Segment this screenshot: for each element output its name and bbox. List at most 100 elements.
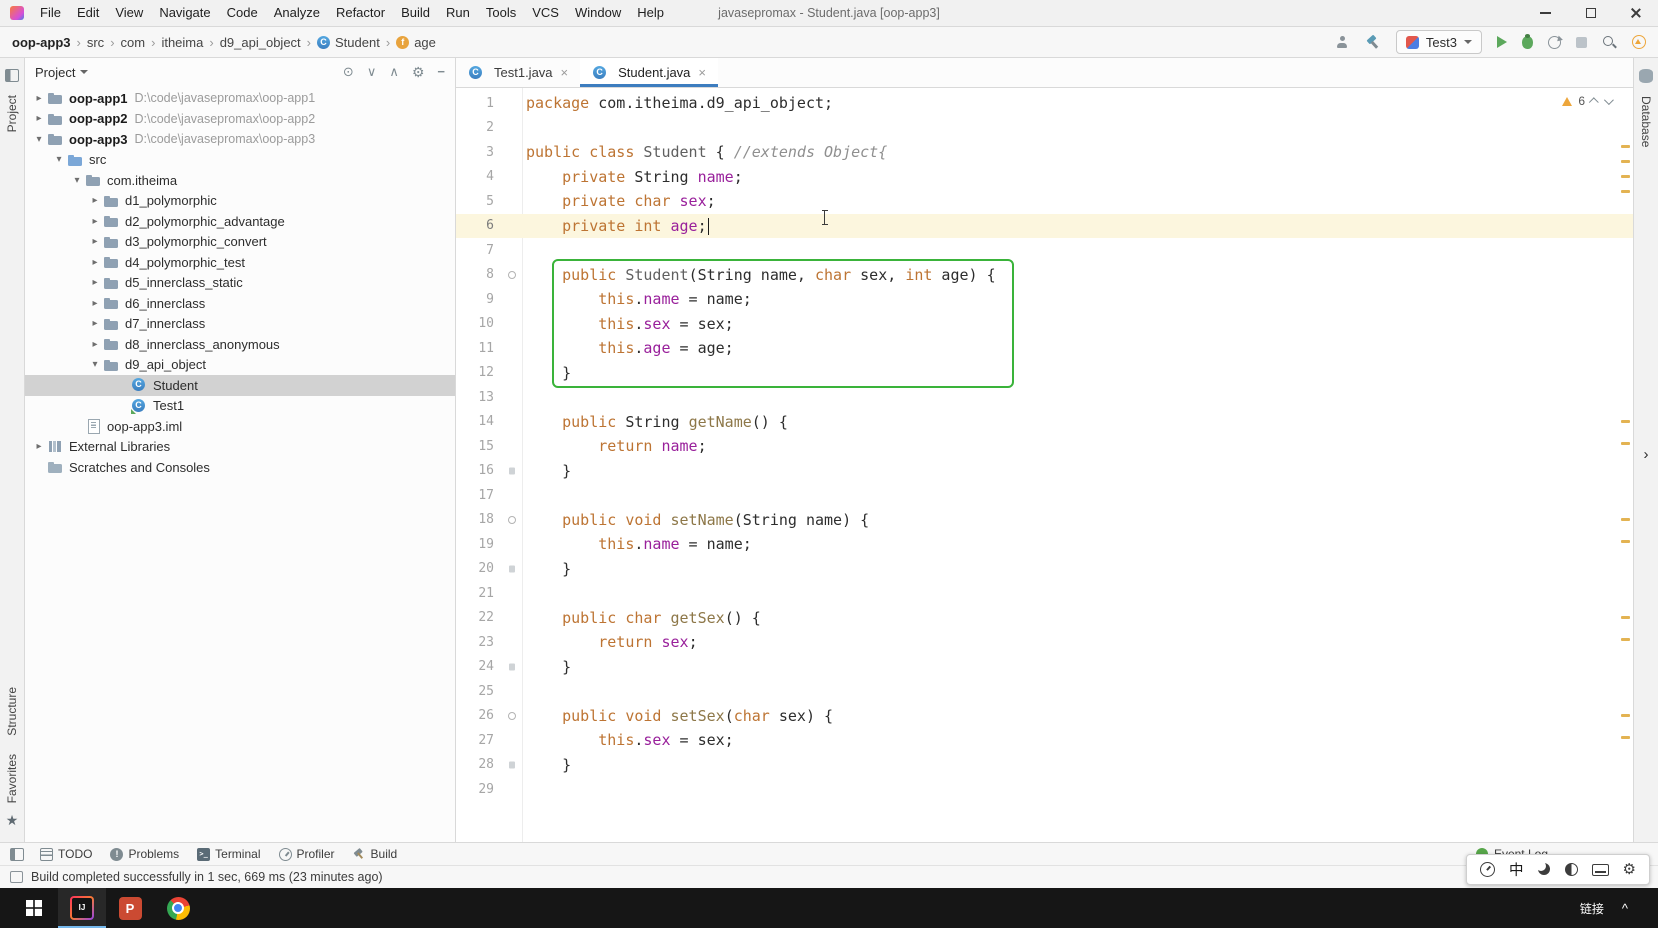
chevron-collapsed-icon[interactable]: ▸ xyxy=(87,216,103,227)
code-line[interactable]: 1 package com.itheima.d9_api_object; xyxy=(456,91,1633,116)
debug-button[interactable] xyxy=(1522,34,1533,49)
tool-window-button-profiler[interactable]: Profiler xyxy=(278,847,335,861)
tree-item-external-libraries[interactable]: ▸ External Libraries xyxy=(25,437,455,458)
breadcrumb-item-src[interactable]: src xyxy=(87,35,104,50)
tree-item-d3-polymorphic-convert[interactable]: ▸ d3_polymorphic_convert xyxy=(25,232,455,253)
settings-gear-icon[interactable] xyxy=(412,65,425,79)
tree-item-oop-app1[interactable]: ▸ oop-app1 D:\code\javasepromax\oop-app1 xyxy=(25,88,455,109)
gutter-icon[interactable] xyxy=(509,663,515,671)
update-icon[interactable] xyxy=(1632,35,1646,49)
gutter-icon[interactable] xyxy=(509,761,515,769)
breadcrumb-item-com[interactable]: com xyxy=(121,35,146,50)
inspections-widget[interactable]: 6 xyxy=(1562,94,1614,108)
tool-tab-favorites[interactable]: Favorites xyxy=(5,754,19,803)
tool-tab-project[interactable]: Project xyxy=(5,95,19,132)
code-line[interactable]: 27 this.sex = sex; xyxy=(456,728,1633,753)
tree-item-d9-api-object[interactable]: ▾ d9_api_object xyxy=(25,355,455,376)
code-line[interactable]: 28 } xyxy=(456,753,1633,778)
tool-windows-icon[interactable] xyxy=(10,847,24,861)
tree-item-d2-polymorphic-advantage[interactable]: ▸ d2_polymorphic_advantage xyxy=(25,211,455,232)
tree-item-com-itheima[interactable]: ▾ com.itheima xyxy=(25,170,455,191)
chevron-expanded-icon[interactable]: ▾ xyxy=(51,154,67,165)
close-button[interactable] xyxy=(1613,0,1658,26)
editor-tab-test1-java[interactable]: Test1.java xyxy=(456,58,580,87)
tree-item-d5-innerclass-static[interactable]: ▸ d5_innerclass_static xyxy=(25,273,455,294)
tree-item-student[interactable]: Student xyxy=(25,375,455,396)
code-line[interactable]: 22 public char getSex() { xyxy=(456,606,1633,631)
chevron-collapsed-icon[interactable]: ▸ xyxy=(87,257,103,268)
tool-window-button-problems[interactable]: Problems xyxy=(110,847,179,861)
chevron-collapsed-icon[interactable]: ▸ xyxy=(87,318,103,329)
hide-panel-icon[interactable] xyxy=(437,65,445,79)
tree-item-oop-app3[interactable]: ▾ oop-app3 D:\code\javasepromax\oop-app3 xyxy=(25,129,455,150)
tree-item-d8-innerclass-anonymous[interactable]: ▸ d8_innerclass_anonymous xyxy=(25,334,455,355)
ime-logo-icon[interactable] xyxy=(1480,862,1496,877)
coverage-button[interactable] xyxy=(1548,35,1561,49)
tree-item-scratches-and-consoles[interactable]: Scratches and Consoles xyxy=(25,457,455,478)
chevron-collapsed-icon[interactable]: ▸ xyxy=(87,236,103,247)
tree-item-test1[interactable]: Test1 xyxy=(25,396,455,417)
gutter-icon[interactable] xyxy=(509,565,515,573)
tree-item-src[interactable]: ▾ src xyxy=(25,150,455,171)
code-line[interactable]: 24 } xyxy=(456,655,1633,680)
taskbar-powerpoint-icon[interactable]: P xyxy=(106,888,154,928)
tree-item-oop-app2[interactable]: ▸ oop-app2 D:\code\javasepromax\oop-app2 xyxy=(25,109,455,130)
keyboard-icon[interactable] xyxy=(1591,863,1609,876)
menu-help[interactable]: Help xyxy=(629,0,672,26)
tray-text[interactable]: 链接 xyxy=(1580,900,1604,917)
code-line[interactable]: 29 xyxy=(456,777,1633,802)
menu-vcs[interactable]: VCS xyxy=(524,0,567,26)
gutter-icon[interactable] xyxy=(508,711,516,720)
code-line[interactable]: 10 this.sex = sex; xyxy=(456,312,1633,337)
stop-button[interactable] xyxy=(1576,36,1587,48)
code-line[interactable]: 23 return sex; xyxy=(456,630,1633,655)
tree-item-d4-polymorphic-test[interactable]: ▸ d4_polymorphic_test xyxy=(25,252,455,273)
menu-navigate[interactable]: Navigate xyxy=(151,0,218,26)
code-line[interactable]: 26 public void setSex(char sex) { xyxy=(456,704,1633,729)
chevron-collapsed-icon[interactable]: ▸ xyxy=(31,113,47,124)
code-line[interactable]: 16 } xyxy=(456,459,1633,484)
menu-refactor[interactable]: Refactor xyxy=(328,0,393,26)
code-line[interactable]: 7 xyxy=(456,238,1633,263)
user-icon[interactable] xyxy=(1335,35,1350,49)
menu-edit[interactable]: Edit xyxy=(69,0,107,26)
chevron-expanded-icon[interactable]: ▾ xyxy=(31,134,47,145)
panel-title[interactable]: Project xyxy=(35,65,75,80)
code-line[interactable]: 8 public Student(String name, char sex, … xyxy=(456,263,1633,288)
gutter-icon[interactable] xyxy=(509,467,515,475)
run-config-select[interactable]: Test3 xyxy=(1395,30,1482,54)
chevron-collapsed-icon[interactable]: ▸ xyxy=(31,441,47,452)
menu-run[interactable]: Run xyxy=(438,0,478,26)
start-button[interactable] xyxy=(10,888,58,928)
taskbar-intellij-icon[interactable]: IJ xyxy=(58,888,106,928)
code-line[interactable]: 20 } xyxy=(456,557,1633,582)
expand-all-icon[interactable] xyxy=(367,65,377,79)
code-line[interactable]: 18 public void setName(String name) { xyxy=(456,508,1633,533)
breadcrumb-item-itheima[interactable]: itheima xyxy=(161,35,203,50)
database-tool-icon[interactable] xyxy=(1639,69,1653,83)
code-line[interactable]: 15 return name; xyxy=(456,434,1633,459)
menu-analyze[interactable]: Analyze xyxy=(266,0,328,26)
chevron-right-icon[interactable] xyxy=(1634,446,1658,464)
tool-window-button-build[interactable]: Build xyxy=(353,847,398,861)
moon-icon[interactable] xyxy=(1535,860,1551,876)
menu-view[interactable]: View xyxy=(107,0,151,26)
taskbar-chrome-icon[interactable] xyxy=(154,888,202,928)
favorites-star-icon[interactable] xyxy=(6,812,19,830)
tool-window-button-todo[interactable]: TODO xyxy=(40,847,92,861)
code-line[interactable]: 21 xyxy=(456,581,1633,606)
code-line[interactable]: 2 xyxy=(456,116,1633,141)
code-line[interactable]: 13 xyxy=(456,385,1633,410)
ime-mode-indicator[interactable]: 中 xyxy=(1509,859,1524,880)
code-line[interactable]: 5 private char sex; xyxy=(456,189,1633,214)
tool-window-button-terminal[interactable]: Terminal xyxy=(197,847,261,861)
chevron-down-icon[interactable] xyxy=(80,70,89,74)
chevron-collapsed-icon[interactable]: ▸ xyxy=(87,339,103,350)
tool-tab-database[interactable]: Database xyxy=(1639,96,1653,147)
prev-warning-icon[interactable] xyxy=(1588,96,1599,107)
chevron-collapsed-icon[interactable]: ▸ xyxy=(31,93,47,104)
tree-item-d1-polymorphic[interactable]: ▸ d1_polymorphic xyxy=(25,191,455,212)
close-tab-icon[interactable] xyxy=(561,65,569,80)
locate-file-icon[interactable] xyxy=(343,65,354,79)
run-button[interactable] xyxy=(1497,36,1507,48)
